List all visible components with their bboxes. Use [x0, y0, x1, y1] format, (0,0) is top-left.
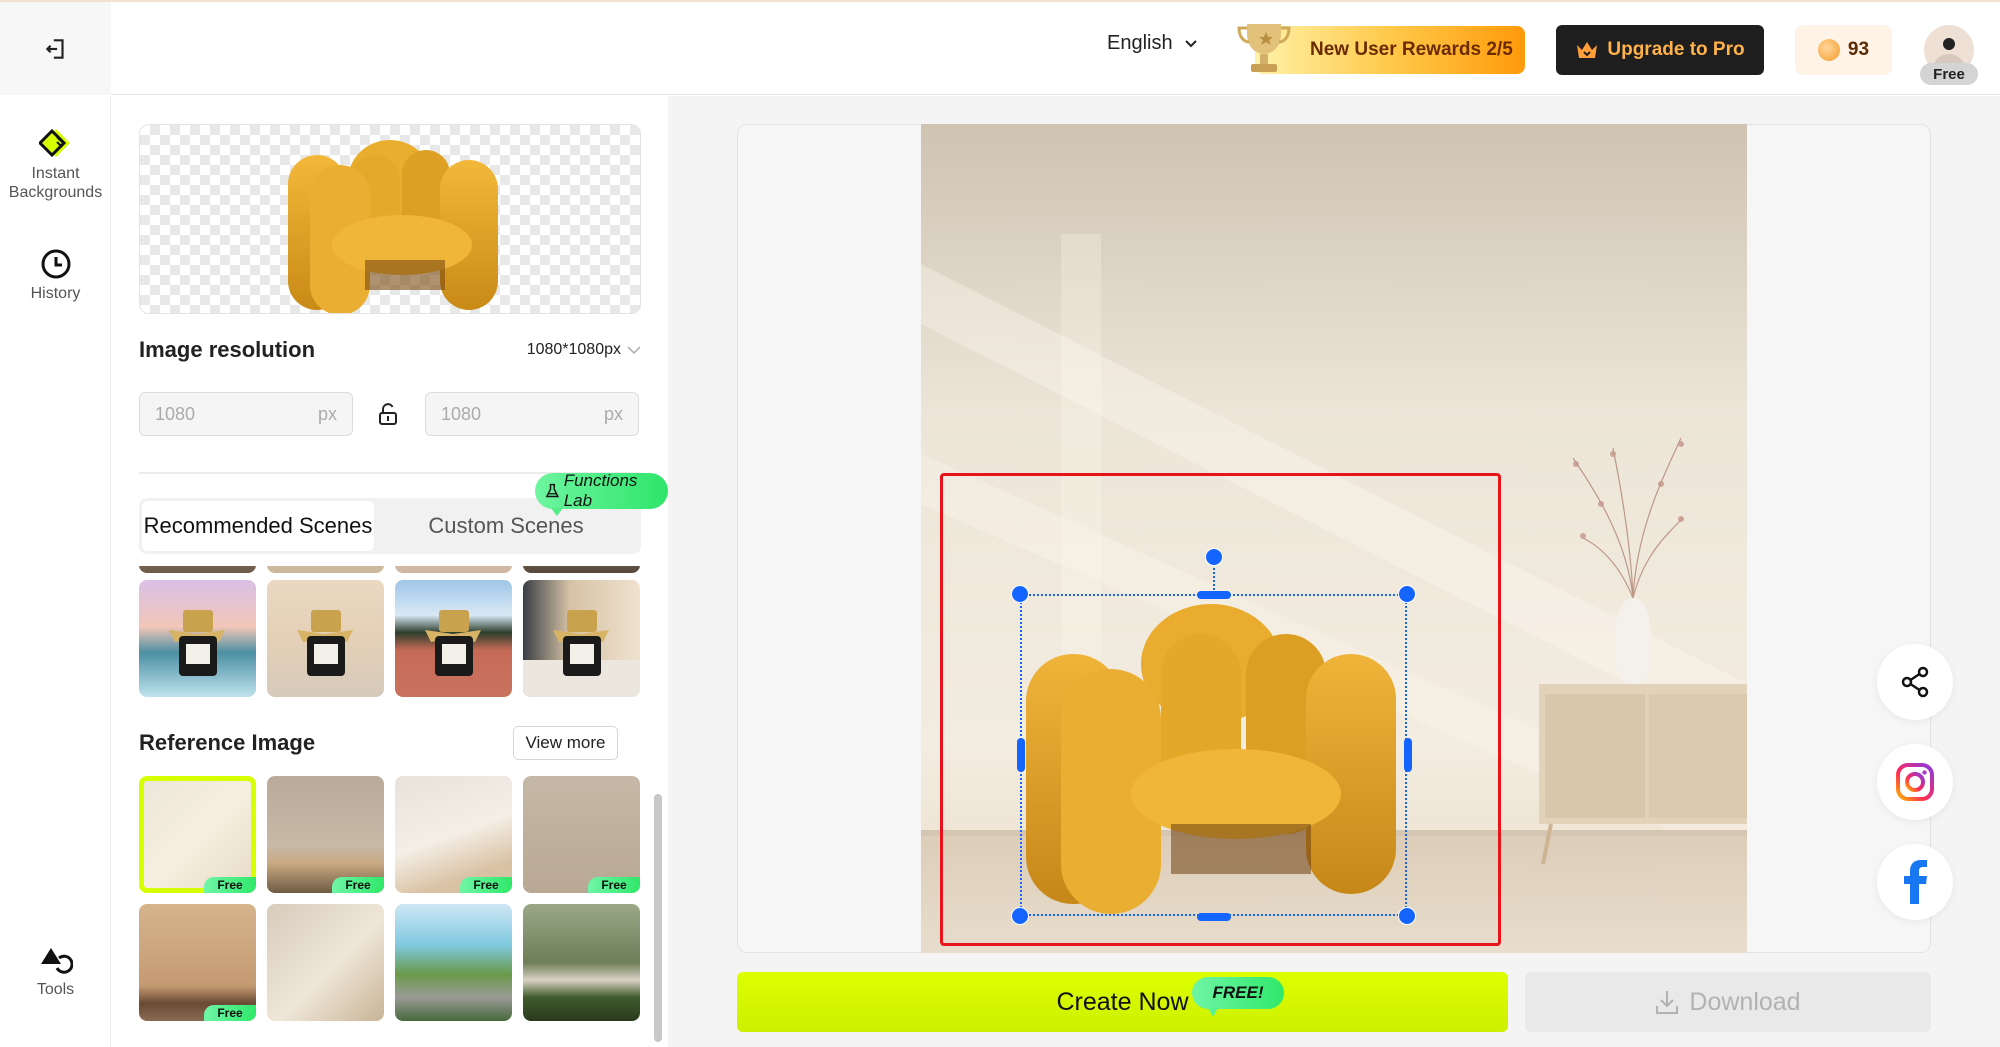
free-tag: Free — [460, 877, 512, 893]
exit-button[interactable] — [0, 2, 111, 95]
reference-thumb[interactable] — [523, 904, 640, 1021]
rewards-button[interactable]: New User Rewards 2/5 — [1235, 24, 1525, 76]
selection-box[interactable] — [1020, 594, 1407, 916]
resize-handle-top[interactable] — [1197, 591, 1231, 599]
coin-count: 93 — [1847, 39, 1870, 60]
perfume-bottle-icon — [425, 610, 481, 676]
instant-backgrounds-icon — [38, 128, 70, 158]
scene-grid: Reference Image View more Free Free Free… — [139, 566, 649, 1047]
reference-thumb[interactable] — [267, 904, 384, 1021]
reference-thumb[interactable]: Free — [139, 904, 256, 1021]
view-more-button[interactable]: View more — [513, 726, 618, 760]
rotate-handle[interactable] — [1205, 548, 1223, 566]
resize-handle-left[interactable] — [1017, 738, 1025, 772]
resize-handle-bottom-left[interactable] — [1011, 907, 1029, 925]
sidebar-item-history[interactable]: History — [0, 248, 111, 303]
crown-icon — [1577, 42, 1598, 58]
download-icon — [1656, 991, 1679, 1014]
width-input[interactable]: 1080 px — [139, 392, 353, 436]
resize-handle-top-right[interactable] — [1398, 585, 1416, 603]
free-badge: FREE! — [1192, 977, 1284, 1017]
reference-thumb[interactable]: Free — [139, 776, 256, 893]
reference-thumb[interactable]: Free — [523, 776, 640, 893]
shapes-icon — [40, 948, 73, 974]
resolution-value: 1080*1080px — [526, 341, 621, 358]
clock-icon — [41, 249, 70, 279]
tab-recommended-scenes[interactable]: Recommended Scenes — [142, 501, 374, 551]
lock-open-icon[interactable] — [378, 403, 398, 425]
trophy-icon — [1237, 24, 1291, 72]
sidebar-item-instant-backgrounds[interactable]: Instant Backgrounds — [0, 126, 111, 202]
free-tag: Free — [204, 877, 256, 893]
plan-badge: Free — [1920, 63, 1978, 85]
create-now-label: Create Now — [1056, 987, 1189, 1016]
upgrade-label: Upgrade to Pro — [1607, 39, 1745, 60]
free-tag: Free — [204, 1005, 256, 1021]
armchair-image — [288, 140, 498, 313]
sidebar-label: Tools — [36, 981, 75, 998]
facebook-icon — [1904, 860, 1927, 904]
sidebar: Instant Backgrounds History Tools — [0, 96, 111, 1047]
language-selector[interactable]: English — [1107, 32, 1197, 55]
functions-lab-badge: Functions Lab — [535, 471, 668, 516]
instagram-button[interactable] — [1877, 744, 1953, 820]
coin-balance[interactable]: 93 — [1795, 25, 1892, 75]
resize-handle-bottom[interactable] — [1197, 913, 1231, 921]
share-icon — [1901, 666, 1929, 698]
unit-label: px — [317, 403, 337, 424]
chevron-down-icon — [627, 345, 641, 354]
instagram-icon — [1896, 763, 1934, 801]
sidebar-label: History — [30, 285, 81, 302]
sidebar-label: Instant Backgrounds — [8, 165, 103, 201]
download-label: Download — [1689, 987, 1801, 1016]
width-value: 1080 — [155, 403, 196, 424]
scene-thumb[interactable] — [395, 580, 512, 697]
resolution-select[interactable]: 1080*1080px — [527, 341, 641, 359]
resize-handle-bottom-right[interactable] — [1398, 907, 1416, 925]
functions-lab-label: Functions Lab — [563, 471, 638, 510]
upgrade-button[interactable]: Upgrade to Pro — [1556, 25, 1764, 75]
free-tag: Free — [332, 877, 384, 893]
scene-thumb[interactable] — [523, 566, 640, 573]
perfume-bottle-icon — [169, 610, 225, 676]
reference-image-title: Reference Image — [139, 730, 316, 755]
reference-thumb[interactable]: Free — [395, 776, 512, 893]
flask-icon — [545, 483, 560, 498]
language-label: English — [1107, 32, 1173, 54]
scene-thumb[interactable] — [139, 566, 256, 573]
resize-handle-top-left[interactable] — [1011, 585, 1029, 603]
coin-icon — [1817, 39, 1840, 61]
rewards-label: New User Rewards 2/5 — [1310, 39, 1513, 60]
settings-panel: Image resolution 1080*1080px 1080 px 108… — [112, 96, 668, 1047]
unit-label: px — [603, 403, 623, 424]
sidebar-item-tools[interactable]: Tools — [0, 946, 111, 999]
scene-thumb[interactable] — [395, 566, 512, 573]
panel-scrollbar[interactable] — [652, 566, 664, 1046]
reference-thumb[interactable] — [395, 904, 512, 1021]
free-tag: Free — [588, 877, 640, 893]
perfume-bottle-icon — [523, 610, 640, 697]
create-now-button[interactable]: Create Now FREE! — [737, 972, 1508, 1032]
main-area: Create Now FREE! Download — [668, 96, 2000, 1047]
height-input[interactable]: 1080 px — [425, 392, 639, 436]
scene-thumb[interactable] — [523, 580, 640, 697]
share-button[interactable] — [1877, 644, 1953, 720]
scene-thumb[interactable] — [267, 566, 384, 573]
facebook-button[interactable] — [1877, 844, 1953, 920]
product-preview — [139, 124, 641, 314]
perfume-bottle-icon — [297, 610, 353, 676]
height-value: 1080 — [441, 403, 482, 424]
resolution-label: Image resolution — [139, 337, 316, 362]
chevron-down-icon — [1184, 39, 1197, 47]
scrollbar-thumb[interactable] — [654, 794, 662, 1042]
exit-icon — [45, 38, 64, 59]
scene-thumb[interactable] — [267, 580, 384, 697]
download-button[interactable]: Download — [1525, 972, 1931, 1032]
header: English New User Rewards 2/5 Upgrade to … — [0, 2, 2000, 95]
resize-handle-right[interactable] — [1404, 738, 1412, 772]
scene-thumb[interactable] — [139, 580, 256, 697]
reference-thumb[interactable]: Free — [267, 776, 384, 893]
